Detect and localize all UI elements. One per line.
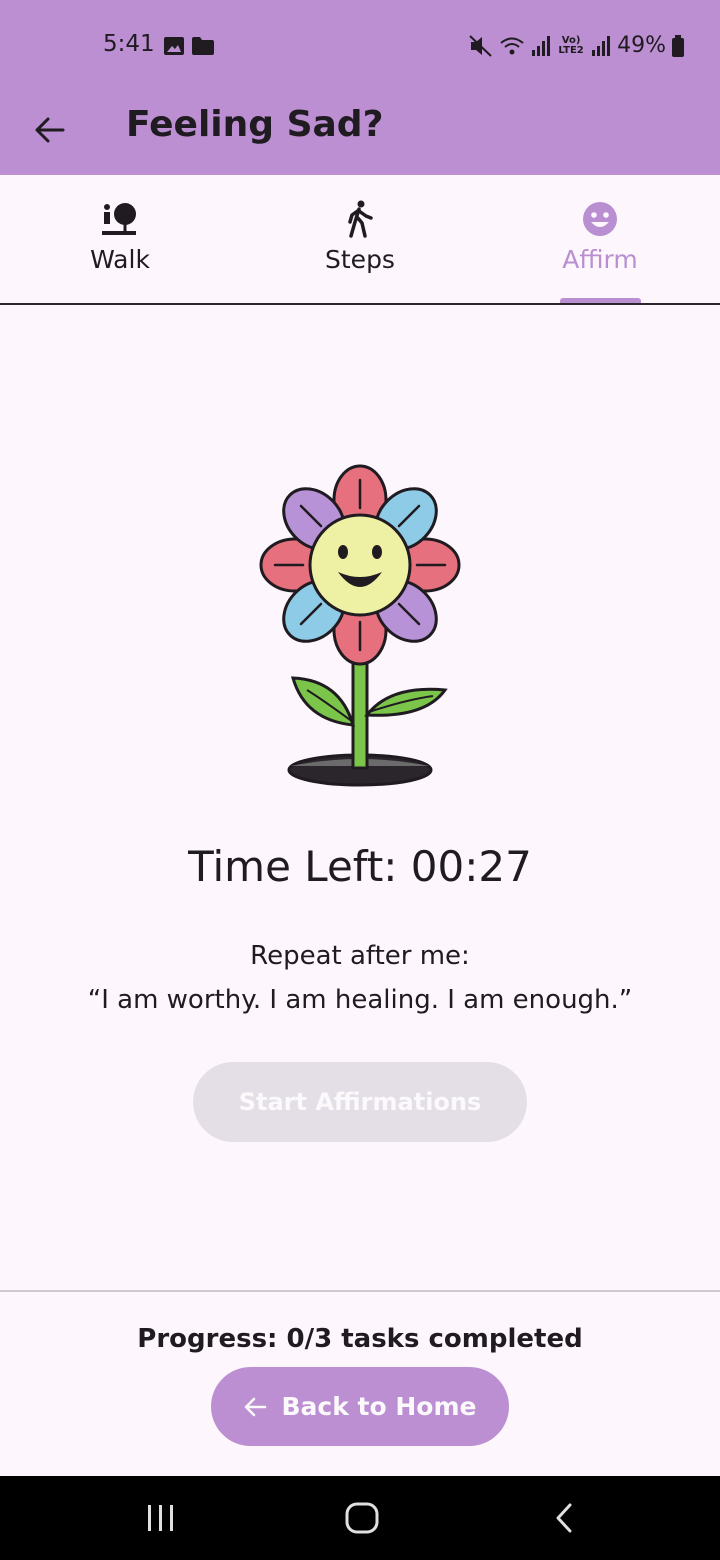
tab-walk[interactable]: Walk xyxy=(0,175,240,303)
status-time: 5:41 xyxy=(103,31,155,57)
affirmation-block: Repeat after me: “I am worthy. I am heal… xyxy=(0,934,720,1022)
chevron-left-icon xyxy=(556,1503,572,1533)
battery-icon xyxy=(672,34,684,57)
recent-apps-button[interactable] xyxy=(131,1496,191,1540)
tab-walk-label: Walk xyxy=(90,245,150,274)
recent-apps-icon xyxy=(148,1505,173,1531)
mute-icon xyxy=(469,34,492,57)
signal-icon-2 xyxy=(592,35,611,56)
signal-icon xyxy=(532,35,551,56)
app-bar: Feeling Sad? xyxy=(0,90,720,175)
arrow-left-icon xyxy=(245,1397,267,1416)
smiling-flower-illustration xyxy=(259,464,461,787)
tab-bar: Walk Steps Affirm xyxy=(0,175,720,305)
page-title: Feeling Sad? xyxy=(126,104,384,145)
status-notification-icons xyxy=(164,37,214,55)
walk-with-tree-icon xyxy=(102,203,136,235)
back-to-home-label: Back to Home xyxy=(281,1392,477,1421)
tab-affirm[interactable]: Affirm xyxy=(480,175,720,303)
timer-text: Time Left: 00:27 xyxy=(188,842,532,891)
active-tab-indicator xyxy=(560,298,641,303)
system-nav-bar xyxy=(0,1476,720,1560)
status-bar: 5:41 Vo) LTE2 49% xyxy=(0,0,720,90)
tab-steps[interactable]: Steps xyxy=(240,175,480,303)
person-walking-icon xyxy=(348,200,373,238)
wifi-icon xyxy=(500,37,524,54)
progress-text: Progress: 0/3 tasks completed xyxy=(137,1324,583,1354)
back-button[interactable] xyxy=(28,108,72,152)
arrow-left-icon xyxy=(35,117,65,143)
instruction-text: Repeat after me: xyxy=(250,941,470,971)
system-back-button[interactable] xyxy=(534,1496,594,1540)
status-system-icons: Vo) LTE2 49% xyxy=(469,33,684,58)
battery-percent: 49% xyxy=(617,33,666,58)
smiley-face-icon xyxy=(583,202,617,236)
image-icon xyxy=(164,37,184,55)
back-to-home-button[interactable]: Back to Home xyxy=(211,1367,509,1446)
tab-affirm-label: Affirm xyxy=(562,245,638,274)
home-icon xyxy=(345,1502,379,1534)
start-affirmations-button[interactable]: Start Affirmations xyxy=(193,1062,527,1142)
home-button[interactable] xyxy=(332,1496,392,1540)
folder-icon xyxy=(192,37,214,55)
tab-steps-label: Steps xyxy=(325,245,395,274)
network-label: Vo) LTE2 xyxy=(558,34,584,56)
footer-divider xyxy=(0,1290,720,1292)
affirmation-text: “I am worthy. I am healing. I am enough.… xyxy=(87,985,633,1015)
